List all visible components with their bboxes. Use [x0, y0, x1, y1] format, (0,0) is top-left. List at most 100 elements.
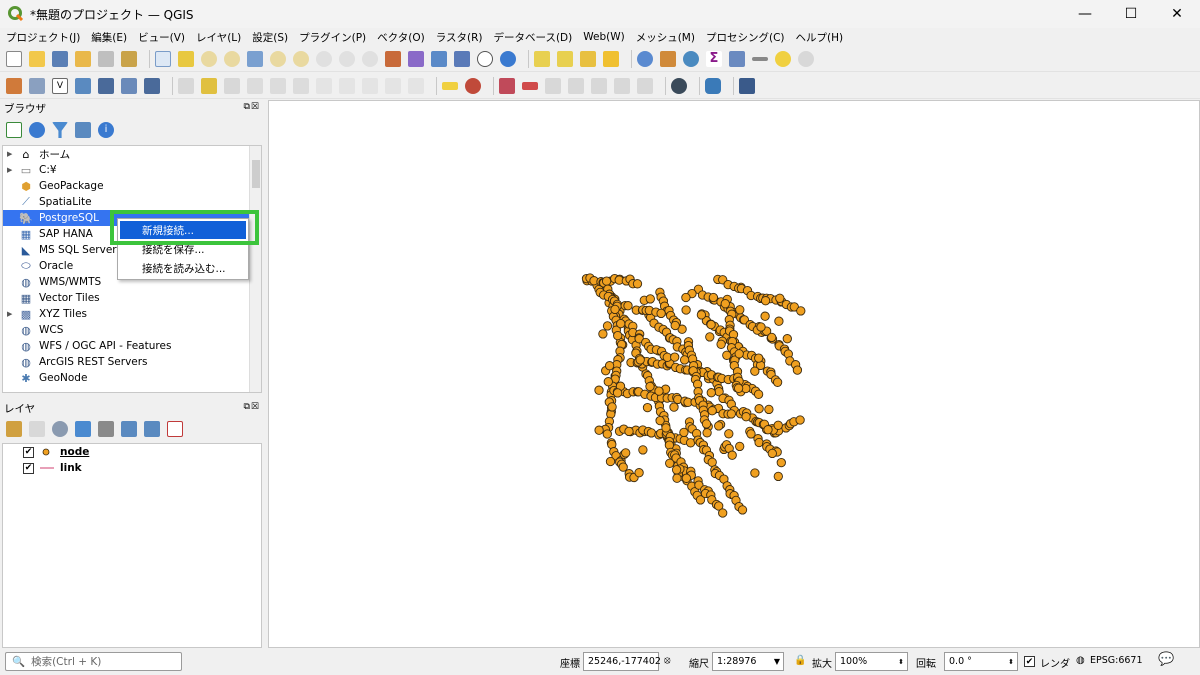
layer-item-link[interactable]: ✔ link — [3, 460, 261, 476]
collapse-all-icon[interactable] — [75, 122, 91, 138]
field-calculator-icon[interactable] — [683, 50, 699, 67]
label-move-icon[interactable] — [545, 77, 561, 94]
current-edits-icon[interactable] — [178, 77, 194, 94]
menu-plugins[interactable]: プラグイン(P) — [299, 30, 366, 45]
select-location-icon[interactable] — [603, 50, 619, 67]
refresh-icon[interactable] — [500, 50, 516, 67]
style-manager-icon[interactable] — [121, 50, 137, 67]
scrollbar-thumb[interactable] — [252, 160, 260, 188]
browser-item-vector-tiles[interactable]: ▦ Vector Tiles — [3, 290, 261, 306]
print-layout-icon[interactable] — [98, 50, 114, 67]
add-feature-icon[interactable] — [247, 77, 263, 94]
expand-arrow-icon[interactable]: ▶ — [7, 166, 12, 174]
locator-search-input[interactable]: 🔍 検索(Ctrl + K) — [5, 652, 182, 671]
pan-icon[interactable] — [155, 50, 171, 67]
menu-help[interactable]: ヘルプ(H) — [796, 30, 844, 45]
filter-legend-icon[interactable] — [75, 421, 91, 437]
new-map-view-icon[interactable] — [385, 50, 401, 67]
menu-layer[interactable]: レイヤ(L) — [196, 30, 241, 45]
save-as-icon[interactable] — [75, 50, 91, 67]
remove-layer-icon[interactable] — [167, 421, 183, 437]
menu-edit[interactable]: 編集(E) — [91, 30, 127, 45]
plugin-manager-icon[interactable] — [739, 77, 755, 94]
delete-selected-icon[interactable] — [293, 77, 309, 94]
browser-item-c-drive[interactable]: ▶ ▭ C:¥ — [3, 162, 261, 178]
scale-combobox[interactable]: 1:28976 ▼ — [712, 652, 784, 671]
menu-item-load-connections[interactable]: 接続を読み込む... — [118, 259, 248, 277]
spin-arrows-icon[interactable]: ⬍ — [898, 658, 904, 666]
filter-expression-icon[interactable] — [98, 421, 114, 437]
close-button[interactable]: ✕ — [1154, 0, 1200, 28]
expand-arrow-icon[interactable]: ▶ — [7, 310, 12, 318]
data-source-manager-icon[interactable] — [6, 77, 22, 94]
label-highlight-icon[interactable] — [522, 81, 538, 90]
layer-styling-icon[interactable] — [6, 421, 22, 437]
coordinate-field[interactable]: 25246,-177402 — [583, 652, 661, 671]
maximize-button[interactable]: ☐ — [1108, 0, 1154, 28]
minimize-button[interactable]: — — [1062, 0, 1108, 28]
open-table-icon[interactable] — [729, 50, 745, 67]
new-spatialite-icon[interactable] — [75, 77, 91, 94]
zoom-native-icon[interactable] — [316, 50, 332, 67]
new-virtual-layer-icon[interactable] — [121, 77, 137, 94]
label-property-icon[interactable] — [637, 77, 653, 94]
save-project-icon[interactable] — [52, 50, 68, 67]
menu-vector[interactable]: ベクタ(O) — [377, 30, 425, 45]
zoom-in-icon[interactable] — [201, 50, 217, 67]
panel-float-close-icon[interactable]: ⧉☒ — [244, 402, 261, 412]
layer-item-node[interactable]: ✔ node — [3, 444, 261, 460]
menu-mesh[interactable]: メッシュ(M) — [636, 30, 695, 45]
statistics-icon[interactable]: Σ — [706, 50, 722, 67]
messages-icon[interactable]: 💬 — [1158, 652, 1174, 667]
refresh-icon[interactable] — [29, 122, 45, 138]
deselect-icon[interactable] — [580, 50, 596, 67]
new-shapefile-icon[interactable]: V — [52, 77, 68, 94]
copy-features-icon[interactable] — [339, 77, 355, 94]
menu-settings[interactable]: 設定(S) — [252, 30, 288, 45]
new-project-icon[interactable] — [6, 50, 22, 67]
map-tips-icon[interactable] — [775, 50, 791, 67]
new-geopackage-layer-icon[interactable] — [29, 77, 45, 94]
browser-item-home[interactable]: ▶ ⌂ ホーム — [3, 146, 261, 162]
identify-icon[interactable] — [637, 50, 653, 67]
zoom-out-icon[interactable] — [224, 50, 240, 67]
temporal-controller-icon[interactable] — [477, 50, 493, 67]
menu-raster[interactable]: ラスタ(R) — [436, 30, 483, 45]
magnifier-spinbox[interactable]: 100% ⬍ — [835, 652, 908, 671]
label-toolbar-icon[interactable] — [442, 81, 458, 90]
add-vector-icon[interactable] — [144, 77, 160, 94]
bookmarks-icon[interactable] — [454, 50, 470, 67]
browser-item-xyz-tiles[interactable]: ▶ ▩ XYZ Tiles — [3, 306, 261, 322]
select-features-icon[interactable] — [534, 50, 550, 67]
panel-float-close-icon[interactable]: ⧉☒ — [244, 102, 261, 112]
browser-item-arcgis-rest[interactable]: ◍ ArcGIS REST Servers — [3, 354, 261, 370]
cut-features-icon[interactable] — [316, 77, 332, 94]
measure-icon[interactable] — [752, 56, 768, 61]
paste-features-icon[interactable] — [362, 77, 378, 94]
python-console-icon[interactable] — [705, 77, 721, 94]
redo-icon[interactable] — [408, 77, 424, 94]
zoom-next-icon[interactable] — [362, 50, 378, 67]
browser-item-geopackage[interactable]: ⬢ GeoPackage — [3, 178, 261, 194]
gps-icon[interactable] — [671, 77, 687, 94]
browser-item-wcs[interactable]: ◍ WCS — [3, 322, 261, 338]
manage-themes-icon[interactable] — [52, 421, 68, 437]
zoom-full-icon[interactable] — [247, 50, 263, 67]
toggle-extents-icon[interactable]: ⦻ — [664, 655, 671, 666]
menu-project[interactable]: プロジェクト(J) — [6, 30, 80, 45]
new-memory-layer-icon[interactable] — [98, 77, 114, 94]
label-change-icon[interactable] — [591, 77, 607, 94]
render-checkbox[interactable]: ✔ — [1024, 656, 1035, 667]
bookmark-new-icon[interactable] — [431, 50, 447, 67]
map-canvas[interactable] — [268, 100, 1200, 648]
crs-button[interactable]: EPSG:6671 — [1090, 655, 1143, 666]
collapse-all-icon[interactable] — [144, 421, 160, 437]
menu-processing[interactable]: プロセシング(C) — [706, 30, 785, 45]
attribute-table-icon[interactable] — [660, 50, 676, 67]
undo-icon[interactable] — [385, 77, 401, 94]
new-3d-map-icon[interactable] — [408, 50, 424, 67]
open-project-icon[interactable] — [29, 50, 45, 67]
zoom-selection-icon[interactable] — [270, 50, 286, 67]
browser-item-geonode[interactable]: ✱ GeoNode — [3, 370, 261, 386]
add-selected-layers-icon[interactable] — [6, 122, 22, 138]
